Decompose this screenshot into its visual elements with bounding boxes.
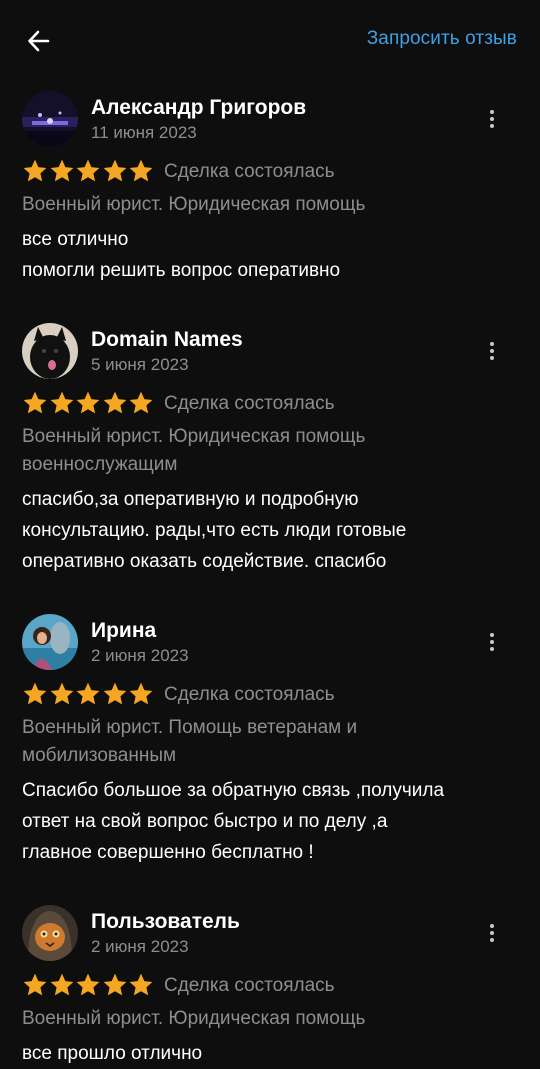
star-icon: [129, 159, 153, 182]
review-text-line: все отлично: [22, 229, 129, 250]
review-date: 5 июня 2023: [91, 355, 189, 374]
avatar: [22, 905, 78, 961]
star-icon: [129, 391, 153, 414]
avatar: [22, 91, 78, 147]
deal-status: Сделка состоялась: [164, 161, 335, 182]
star-icon: [23, 973, 47, 996]
rating-stars: [22, 390, 155, 416]
more-options-icon[interactable]: [478, 105, 506, 133]
star-icon: [50, 391, 73, 414]
rating-stars: [22, 681, 155, 707]
reviewer-name: Ирина: [91, 619, 157, 642]
deal-status: Сделка состоялась: [164, 975, 335, 996]
star-icon: [50, 973, 73, 996]
request-review-button[interactable]: Запросить отзыв: [367, 28, 517, 50]
star-icon: [129, 973, 153, 996]
service-name: Военный юрист. Юридическая помощь: [22, 1008, 366, 1029]
star-icon: [50, 682, 73, 705]
review-text: Спасибо большое за обратную связь ,получ…: [22, 775, 517, 868]
more-options-icon[interactable]: [478, 337, 506, 365]
star-icon: [103, 159, 126, 182]
star-icon: [23, 682, 47, 705]
review-text-line: ответ на свой вопрос быстро и по делу ,а: [22, 811, 388, 832]
star-icon: [76, 682, 100, 705]
service-name: Военный юрист. Юридическая помощь: [22, 194, 366, 215]
star-icon: [76, 973, 100, 996]
review-text-line: помогли решить вопрос оперативно: [22, 260, 341, 281]
review-text: все отлично помогли решить вопрос операт…: [22, 224, 517, 286]
rating-stars: [22, 158, 155, 184]
service-name: Военный юрист. Помощь ветеранам и мобили…: [22, 717, 358, 766]
avatar: [22, 614, 78, 670]
star-icon: [76, 159, 100, 182]
more-options-icon[interactable]: [478, 628, 506, 656]
star-icon: [50, 159, 73, 182]
back-button[interactable]: [22, 24, 56, 58]
star-icon: [103, 391, 126, 414]
star-icon: [103, 973, 126, 996]
star-icon: [76, 391, 100, 414]
review-date: 2 июня 2023: [91, 646, 189, 665]
more-options-icon[interactable]: [478, 919, 506, 947]
star-icon: [23, 159, 47, 182]
deal-status: Сделка состоялась: [164, 393, 335, 414]
reviewer-name: Domain Names: [91, 328, 243, 351]
rating-stars: [22, 972, 155, 998]
arrow-left-icon: [28, 30, 50, 52]
review-date: 2 июня 2023: [91, 937, 189, 956]
star-icon: [103, 682, 126, 705]
star-icon: [23, 391, 47, 414]
review-text-line: главное совершенно бесплатно !: [22, 842, 314, 863]
review-text-line: консультацию. рады,что есть люди готовые: [22, 520, 407, 541]
review-text-line: оперативно оказать содействие. спасибо: [22, 551, 387, 572]
star-icon: [129, 682, 153, 705]
review-text-line: спасибо,за оперативную и подробную: [22, 489, 359, 510]
review-text-line: Спасибо большое за обратную связь ,получ…: [22, 780, 445, 801]
deal-status: Сделка состоялась: [164, 684, 335, 705]
top-bar: Запросить отзыв: [0, 0, 540, 80]
review-text: спасибо,за оперативную и подробную консу…: [22, 484, 517, 577]
avatar: [22, 323, 78, 379]
reviewer-name: Пользователь: [91, 910, 240, 933]
service-name: Военный юрист. Юридическая помощь военно…: [22, 426, 366, 475]
reviewer-name: Александр Григоров: [91, 96, 307, 119]
review-date: 11 июня 2023: [91, 123, 197, 142]
